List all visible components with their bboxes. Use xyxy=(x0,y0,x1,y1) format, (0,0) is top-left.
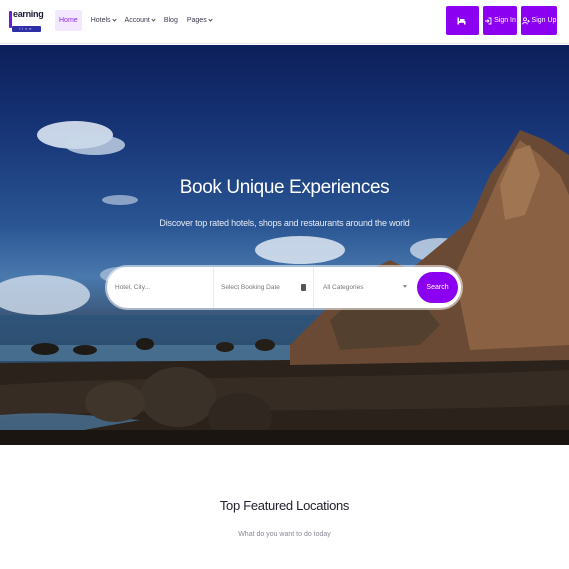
top-navbar: earning live Home Hotels Account Blog Pa… xyxy=(0,0,569,44)
sign-in-button[interactable]: Sign In xyxy=(483,6,517,35)
hero-subtitle: Discover top rated hotels, shops and res… xyxy=(159,218,410,228)
search-form: Hotel, City... Select Booking Date All C… xyxy=(107,267,461,308)
caret-down-icon xyxy=(403,285,407,288)
logo-tagline: live xyxy=(12,26,41,32)
sign-up-label: Sign Up xyxy=(531,17,557,24)
user-plus-icon xyxy=(521,16,530,24)
nav-item-hotels[interactable]: Hotels xyxy=(90,10,117,31)
nav-item-account[interactable]: Account xyxy=(124,10,156,31)
bed-icon xyxy=(457,17,466,24)
chevron-down-icon xyxy=(111,17,117,22)
booking-date-input[interactable]: Select Booking Date xyxy=(213,267,313,308)
nav-item-home[interactable]: Home xyxy=(55,10,82,31)
nav-item-pages[interactable]: Pages xyxy=(186,10,213,31)
nav-actions: Sign In Sign Up xyxy=(446,6,557,35)
nav-item-label: Hotels xyxy=(90,17,111,24)
chevron-down-icon xyxy=(208,17,213,22)
brand-logo[interactable]: earning live xyxy=(9,9,44,32)
category-value: All Categories xyxy=(323,284,364,291)
nav-item-blog[interactable]: Blog xyxy=(164,10,178,31)
calendar-icon xyxy=(301,284,306,291)
sign-in-icon xyxy=(485,17,492,24)
section-subtitle: What do you want to do today xyxy=(238,531,331,538)
nav-item-label: Pages xyxy=(186,17,207,24)
category-select[interactable]: All Categories xyxy=(313,267,413,308)
main-nav: Home Hotels Account Blog Pages xyxy=(55,10,221,31)
search-button[interactable]: Search xyxy=(417,272,458,303)
chevron-down-icon xyxy=(151,17,156,22)
hero-banner: Book Unique Experiences Discover top rat… xyxy=(0,45,569,445)
search-button-label: Search xyxy=(426,284,449,291)
section-title: Top Featured Locations xyxy=(219,498,350,513)
nav-item-label: Account xyxy=(124,17,150,24)
hero-title: Book Unique Experiences xyxy=(179,177,390,198)
bookings-button[interactable] xyxy=(446,6,479,35)
booking-date-placeholder: Select Booking Date xyxy=(221,284,280,291)
nav-item-label: Home xyxy=(59,17,78,24)
hotel-city-input[interactable]: Hotel, City... xyxy=(107,267,213,308)
logo-text: earning xyxy=(13,9,44,19)
hotel-city-placeholder: Hotel, City... xyxy=(115,284,150,291)
beach-landscape-image xyxy=(0,121,569,445)
nav-item-label: Blog xyxy=(163,17,178,24)
sign-in-label: Sign In xyxy=(494,17,516,24)
sign-up-button[interactable]: Sign Up xyxy=(521,6,557,35)
